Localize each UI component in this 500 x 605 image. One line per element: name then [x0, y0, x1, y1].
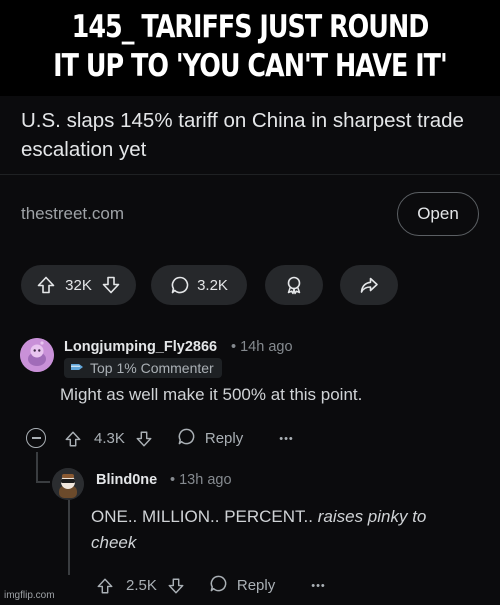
comment-username[interactable]: Longjumping_Fly2866 — [64, 339, 217, 355]
meme-caption-line-1: 145_ TARIFFS JUST ROUND — [71, 9, 430, 45]
comment-vote-count: 4.3K — [94, 430, 125, 447]
upvote-icon[interactable] — [96, 577, 114, 595]
post-comment-count: 3.2K — [197, 276, 228, 294]
reply-timestamp: • 13h ago — [170, 472, 232, 488]
divider — [0, 174, 500, 175]
avatar[interactable] — [20, 338, 54, 372]
share-icon — [359, 275, 379, 295]
open-link-button[interactable]: Open — [397, 192, 479, 236]
comment-bubble-icon — [209, 574, 228, 597]
comment-bubble-icon — [177, 427, 196, 450]
share-button[interactable] — [340, 265, 398, 305]
comment-actions: 4.3K Reply ••• — [64, 427, 294, 450]
downvote-icon[interactable] — [135, 430, 153, 448]
more-options-button[interactable]: ••• — [279, 433, 294, 445]
snoo-avatar-icon — [52, 468, 84, 500]
reply-button[interactable]: Reply — [177, 427, 243, 450]
reply-time: 13h ago — [179, 472, 232, 488]
top-commenter-icon — [70, 360, 84, 376]
comment-timestamp: • 14h ago — [231, 339, 293, 355]
upvote-icon[interactable] — [64, 430, 82, 448]
meme-caption-line-2: IT UP TO 'YOU CAN'T HAVE IT' — [53, 48, 448, 84]
comment-time: 14h ago — [240, 339, 293, 355]
reddit-post-view: U.S. slaps 145% tariff on China in sharp… — [0, 96, 500, 605]
user-flair: Top 1% Commenter — [64, 358, 222, 378]
thread-line — [68, 500, 70, 575]
reply-label: Reply — [204, 430, 244, 447]
reply-label: Reply — [236, 577, 276, 594]
post-headline[interactable]: U.S. slaps 145% tariff on China in sharp… — [21, 106, 491, 164]
post-vote-control: 32K — [21, 265, 136, 305]
link-domain[interactable]: thestreet.com — [21, 204, 124, 224]
snoo-avatar-icon — [20, 338, 54, 372]
reply-button[interactable]: Reply — [209, 574, 275, 597]
thread-connector — [36, 481, 50, 483]
award-icon — [284, 275, 304, 295]
flair-label: Top 1% Commenter — [90, 360, 214, 376]
reply-body-text: ONE.. MILLION.. PERCENT.. — [91, 507, 313, 526]
comment-bubble-icon — [170, 275, 190, 295]
reply-body: ONE.. MILLION.. PERCENT.. raises pinky t… — [91, 504, 471, 556]
more-options-button[interactable]: ••• — [311, 580, 326, 592]
reply-username[interactable]: Blind0ne — [96, 472, 157, 488]
comment-body-text: Might as well make it 500% at this point… — [60, 385, 363, 404]
downvote-icon[interactable] — [101, 275, 121, 295]
post-upvote-count: 32K — [65, 276, 92, 294]
thread-line — [36, 452, 38, 482]
reply-actions: 2.5K Reply ••• — [96, 574, 326, 597]
reply-vote-count: 2.5K — [126, 577, 157, 594]
downvote-icon[interactable] — [167, 577, 185, 595]
post-comments-button[interactable]: 3.2K — [151, 265, 247, 305]
meme-caption: 145_ TARIFFS JUST ROUND IT UP TO 'YOU CA… — [0, 0, 500, 96]
avatar[interactable] — [52, 468, 84, 500]
watermark: imgflip.com — [4, 590, 55, 601]
upvote-icon[interactable] — [36, 275, 56, 295]
collapse-thread-button[interactable] — [26, 428, 46, 448]
award-button[interactable] — [265, 265, 323, 305]
